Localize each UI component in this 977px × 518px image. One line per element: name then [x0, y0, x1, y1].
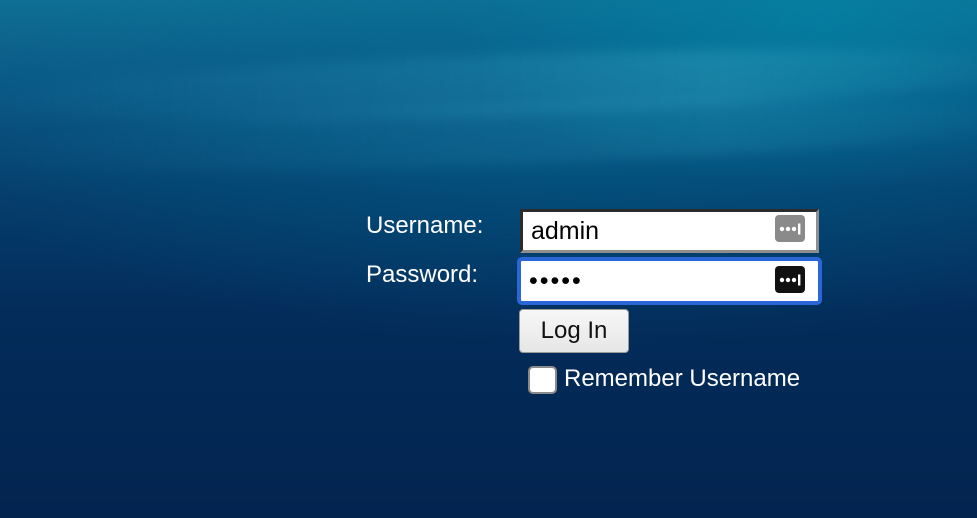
remember-username-checkbox[interactable]	[528, 366, 557, 394]
username-label: Username:	[366, 212, 484, 239]
password-label: Password:	[366, 261, 479, 288]
remember-username-label: Remember Username	[564, 365, 801, 392]
password-key-icon[interactable]	[775, 266, 805, 293]
password-key-icon[interactable]	[775, 215, 805, 242]
log-in-button[interactable]: Log In	[519, 309, 629, 353]
